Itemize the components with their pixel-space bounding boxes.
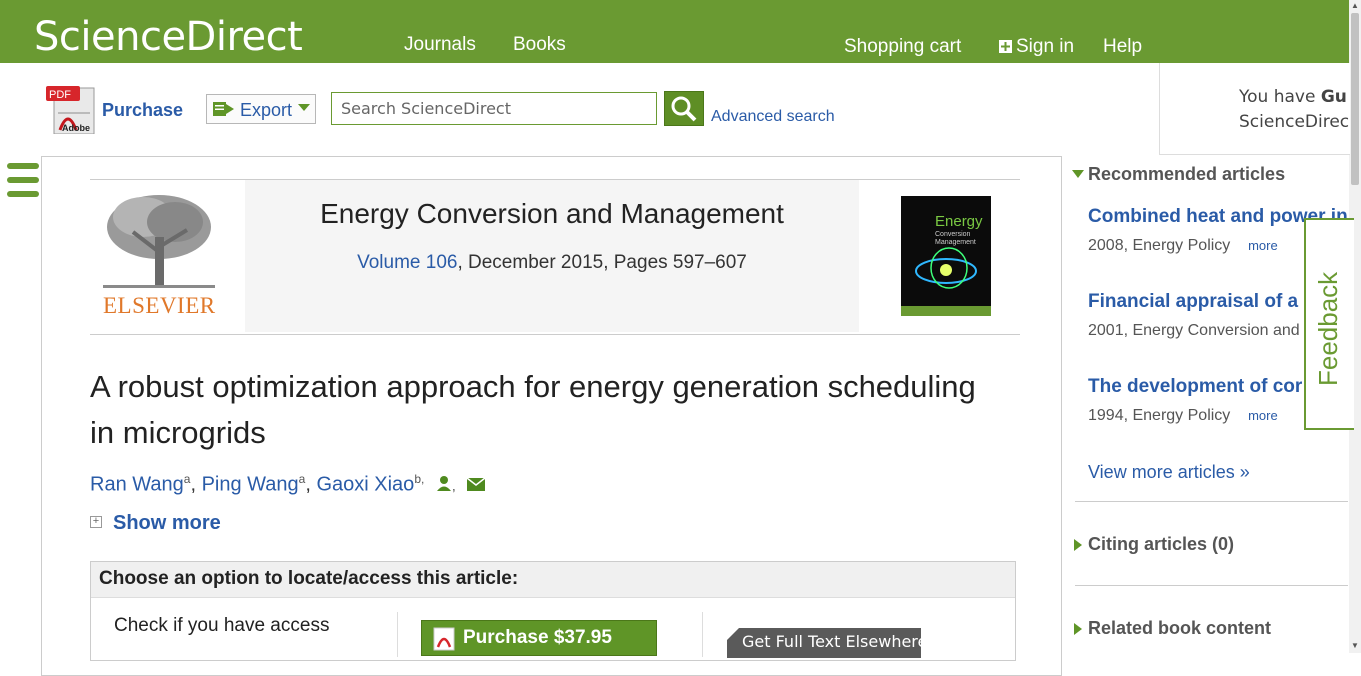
svg-text:Adobe: Adobe	[62, 123, 90, 133]
view-more-articles-link[interactable]: View more articles »	[1088, 462, 1250, 483]
recommended-article-title[interactable]: Financial appraisal of a	[1088, 291, 1298, 313]
collapsed-triangle-icon[interactable]	[1074, 539, 1082, 551]
advanced-search-link[interactable]: Advanced search	[711, 108, 835, 126]
nav-shopping-cart[interactable]: Shopping cart	[844, 36, 961, 58]
recommended-article-meta: 1994, Energy Policy more	[1088, 407, 1278, 424]
export-icon	[212, 100, 236, 123]
pdf-icon[interactable]: PDF Adobe	[46, 86, 96, 135]
collapsed-triangle-icon[interactable]	[1074, 623, 1082, 635]
expand-icon[interactable]: +	[90, 516, 102, 528]
author-link[interactable]: Gaoxi Xiao	[316, 474, 414, 496]
purchase-link[interactable]: Purchase	[102, 100, 183, 121]
svg-text:Energy: Energy	[935, 213, 983, 230]
divider	[1075, 501, 1348, 502]
author-list: Ran Wanga, Ping Wanga, Gaoxi Xiaob, ,	[90, 472, 486, 497]
access-options-heading: Choose an option to locate/access this a…	[99, 568, 519, 589]
feedback-label: Feedback	[1313, 271, 1343, 386]
nav-books[interactable]: Books	[513, 34, 566, 56]
sign-in-icon	[999, 40, 1012, 53]
more-link[interactable]: more	[1248, 238, 1278, 253]
pdf-icon	[432, 627, 456, 656]
recommended-articles-heading[interactable]: Recommended articles	[1088, 164, 1285, 185]
author-link[interactable]: Ran Wang	[90, 474, 184, 496]
check-access-text: Check if you have access	[114, 615, 330, 636]
elsevier-wordmark: ELSEVIER	[103, 293, 216, 318]
journal-title[interactable]: Energy Conversion and Management	[245, 198, 859, 230]
column-divider	[702, 612, 703, 657]
nav-help[interactable]: Help	[1103, 36, 1142, 58]
author-link[interactable]: Ping Wang	[202, 474, 299, 496]
scroll-down-arrow-icon[interactable]: ▼	[1349, 640, 1361, 652]
recommended-article-meta: 2001, Energy Conversion and	[1088, 322, 1300, 339]
author-profile-icon[interactable]	[436, 474, 452, 497]
svg-text:Conversion: Conversion	[935, 231, 971, 238]
scrollbar-thumb[interactable]	[1351, 13, 1359, 185]
journal-cover-image[interactable]: Energy Conversion Management	[901, 196, 991, 316]
menu-icon[interactable]	[7, 163, 39, 197]
search-input[interactable]	[331, 92, 657, 125]
divider	[1075, 585, 1348, 586]
related-book-content-heading[interactable]: Related book content	[1088, 618, 1271, 639]
nav-journals[interactable]: Journals	[404, 34, 476, 56]
column-divider	[397, 612, 398, 657]
issue-details: , December 2015, Pages 597–607	[457, 252, 747, 273]
more-link[interactable]: more	[1248, 408, 1278, 423]
volume-link[interactable]: Volume 106	[357, 252, 457, 273]
svg-text:PDF: PDF	[49, 89, 71, 101]
search-icon	[671, 96, 697, 122]
journal-issue-info: Volume 106, December 2015, Pages 597–607	[245, 252, 859, 274]
expanded-triangle-icon[interactable]	[1072, 170, 1084, 178]
export-label: Export	[240, 100, 293, 120]
get-full-text-label: Get Full Text Elsewhere	[742, 632, 928, 651]
recommended-article-title[interactable]: The development of cor	[1088, 376, 1302, 398]
purchase-price-label: Purchase $37.95	[463, 627, 612, 648]
citing-articles-heading[interactable]: Citing articles (0)	[1088, 534, 1234, 555]
nav-sign-in[interactable]: Sign in	[1016, 36, 1074, 58]
show-more-link[interactable]: Show more	[113, 512, 221, 535]
article-title: A robust optimization approach for energ…	[90, 369, 976, 450]
svg-text:Management: Management	[935, 239, 976, 246]
scroll-up-arrow-icon[interactable]: ▲	[1349, 0, 1361, 12]
brand-logo[interactable]: ScienceDirect	[34, 14, 303, 60]
search-button[interactable]	[664, 91, 704, 126]
email-icon[interactable]	[466, 474, 486, 497]
chevron-down-icon	[298, 104, 310, 111]
guest-access-text: You have Gu ScienceDirec	[1239, 87, 1350, 132]
recommended-article-meta: 2008, Energy Policy more	[1088, 237, 1278, 254]
